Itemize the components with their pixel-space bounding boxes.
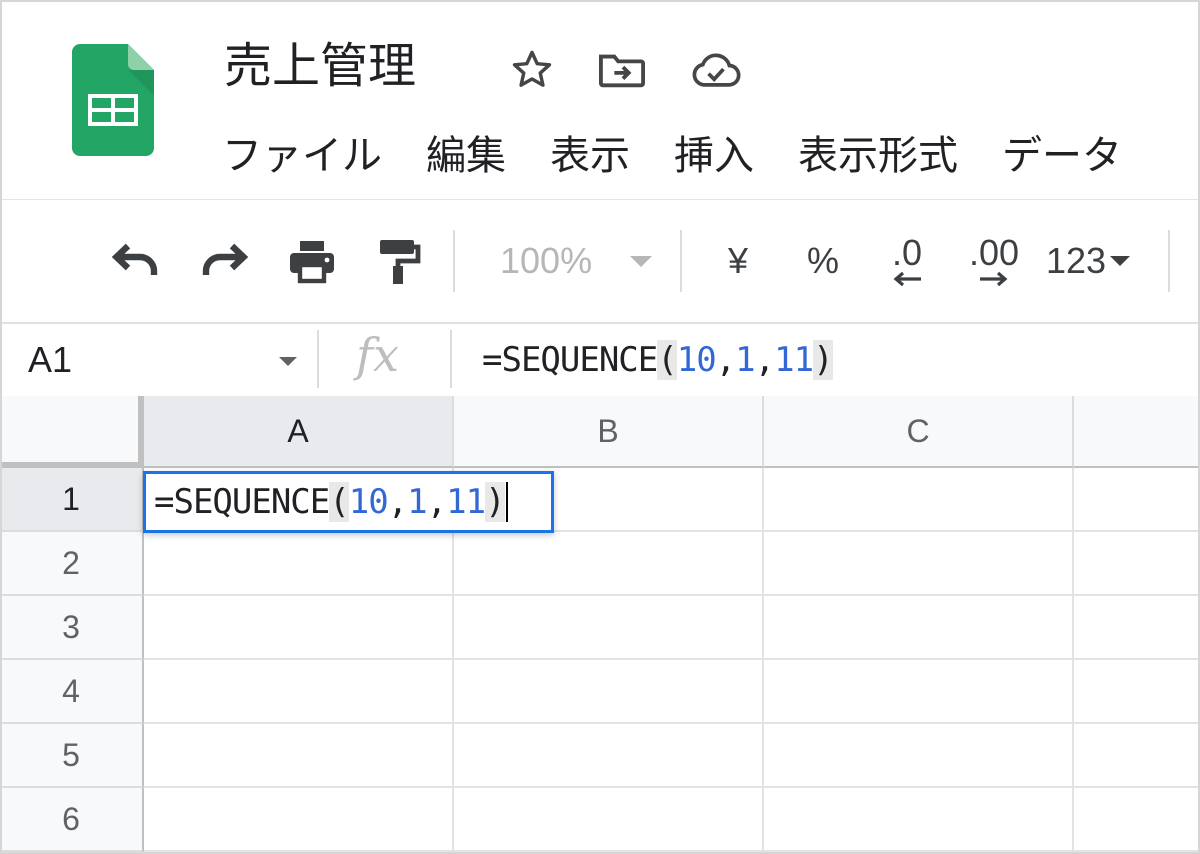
formula-arg: 10	[676, 340, 717, 380]
grid-cell[interactable]	[1074, 468, 1200, 532]
formula-bar-divider	[317, 330, 319, 388]
formula-close-paren: )	[485, 482, 506, 522]
currency-button[interactable]: ¥	[716, 230, 760, 292]
chevron-down-icon[interactable]	[279, 357, 297, 366]
print-icon[interactable]	[282, 230, 342, 292]
zoom-select[interactable]: 100%	[500, 230, 653, 292]
redo-icon[interactable]	[194, 230, 254, 292]
column-header-d[interactable]	[1074, 396, 1200, 468]
formula-open-paren: (	[329, 482, 350, 522]
cloud-saved-icon[interactable]	[690, 44, 742, 96]
increase-decimal-button[interactable]: .00	[962, 230, 1026, 292]
fx-icon: fx	[356, 328, 399, 382]
more-formats-button[interactable]: 123	[1046, 230, 1146, 292]
grid-cell[interactable]	[454, 788, 764, 852]
formula-arg: 11	[774, 340, 814, 380]
toolbar: 100% ¥ % .0 .00 123	[0, 200, 1200, 322]
more-formats-label: 123	[1046, 240, 1107, 281]
toolbar-divider	[1168, 230, 1170, 292]
row-header-3[interactable]: 3	[0, 596, 144, 660]
grid-cell[interactable]	[764, 660, 1074, 724]
menu-insert[interactable]: 挿入	[674, 126, 754, 186]
grid-cell[interactable]	[764, 532, 1074, 596]
zoom-value: 100%	[500, 240, 593, 281]
arrow-left-icon	[893, 271, 921, 287]
menu-file[interactable]: ファイル	[222, 126, 382, 186]
formula-comma: ,	[426, 482, 448, 522]
grid-cell[interactable]	[1074, 788, 1200, 852]
grid-cell[interactable]	[454, 724, 764, 788]
grid-cell[interactable]	[144, 788, 454, 852]
grid-cell[interactable]	[1074, 724, 1200, 788]
spreadsheet-grid: A B C 1 2 3 4 5 6 =SEQUENCE(10, 1, 11)	[0, 396, 1200, 854]
formula-function: =SEQUENCE	[154, 482, 330, 522]
formula-function: =SEQUENCE	[482, 340, 658, 380]
grid-cell[interactable]	[454, 596, 764, 660]
formula-input[interactable]: =SEQUENCE(10, 1, 11)	[482, 324, 834, 396]
grid-cell[interactable]	[764, 468, 1074, 532]
arrow-right-icon	[980, 271, 1008, 287]
star-icon[interactable]	[506, 44, 558, 96]
chevron-down-icon	[1110, 256, 1131, 266]
paint-format-icon[interactable]	[370, 230, 426, 292]
grid-cell[interactable]	[1074, 596, 1200, 660]
grid-cell[interactable]	[1074, 660, 1200, 724]
row-header-6[interactable]: 6	[0, 788, 144, 852]
select-all-corner[interactable]	[0, 396, 144, 468]
document-title[interactable]: 売上管理	[224, 34, 416, 98]
toolbar-divider	[680, 230, 682, 292]
active-cell-editor[interactable]: =SEQUENCE(10, 1, 11)	[143, 471, 554, 533]
formula-arg: 10	[348, 482, 389, 522]
menu-bar: ファイル 編集 表示 挿入 表示形式 データ	[222, 126, 1166, 186]
formula-open-paren: (	[657, 340, 678, 380]
formula-arg: 1	[735, 340, 756, 380]
menu-edit[interactable]: 編集	[426, 126, 506, 186]
menu-data[interactable]: データ	[1002, 126, 1122, 186]
menu-view[interactable]: 表示	[550, 126, 630, 186]
decrease-decimal-button[interactable]: .0	[878, 230, 936, 292]
undo-icon[interactable]	[106, 230, 166, 292]
move-to-folder-icon[interactable]	[596, 44, 648, 96]
grid-cell[interactable]	[764, 724, 1074, 788]
column-header-a[interactable]: A	[144, 396, 454, 468]
grid-cell[interactable]	[144, 724, 454, 788]
formula-comma: ,	[387, 482, 409, 522]
chevron-down-icon	[630, 255, 653, 267]
decrease-decimal-label: .0	[891, 232, 923, 273]
name-box[interactable]: A1	[28, 324, 308, 396]
grid-cell[interactable]	[764, 788, 1074, 852]
formula-comma: ,	[715, 340, 737, 380]
percent-button[interactable]: %	[800, 230, 846, 292]
formula-bar: A1 fx =SEQUENCE(10, 1, 11)	[0, 322, 1200, 396]
sheets-logo-icon[interactable]	[72, 44, 154, 156]
row-header-4[interactable]: 4	[0, 660, 144, 724]
grid-cell[interactable]	[144, 660, 454, 724]
header: 売上管理 ファイル 編集 表示 挿入 表示形式 データ	[0, 0, 1200, 200]
formula-arg: 11	[446, 482, 486, 522]
grid-cell[interactable]	[454, 660, 764, 724]
row-header-2[interactable]: 2	[0, 532, 144, 596]
grid-cell[interactable]	[144, 532, 454, 596]
grid-cell[interactable]	[1074, 532, 1200, 596]
toolbar-divider	[453, 230, 455, 292]
grid-cell[interactable]	[454, 532, 764, 596]
formula-bar-divider	[450, 330, 452, 388]
grid-cell[interactable]	[764, 596, 1074, 660]
column-header-c[interactable]: C	[764, 396, 1074, 468]
formula-close-paren: )	[813, 340, 834, 380]
row-header-1[interactable]: 1	[0, 468, 144, 532]
text-cursor	[505, 482, 508, 522]
row-header-5[interactable]: 5	[0, 724, 144, 788]
formula-comma: ,	[754, 340, 776, 380]
menu-format[interactable]: 表示形式	[798, 126, 958, 186]
formula-arg: 1	[407, 482, 428, 522]
increase-decimal-label: .00	[968, 232, 1020, 273]
grid-cell[interactable]	[144, 596, 454, 660]
column-header-b[interactable]: B	[454, 396, 764, 468]
